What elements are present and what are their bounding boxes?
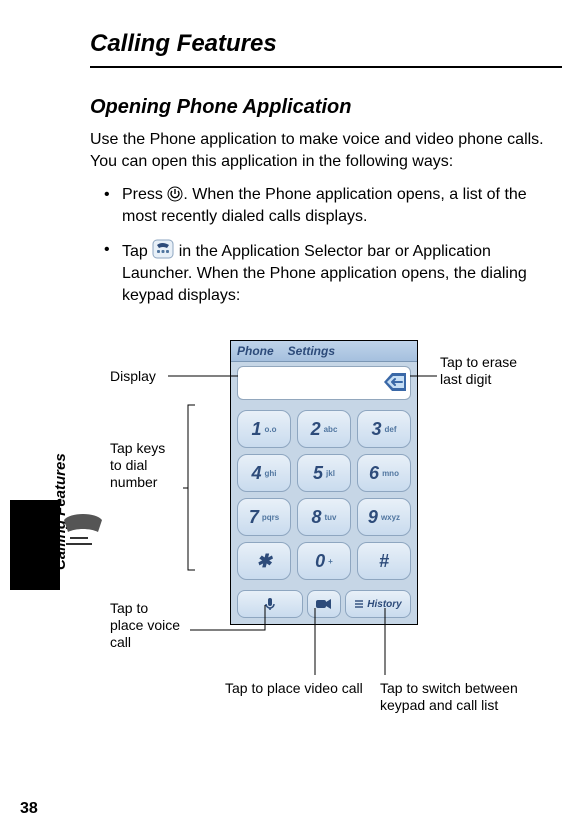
key-2[interactable]: 2abc (297, 410, 351, 448)
power-key-icon (167, 186, 183, 202)
number-display (237, 366, 411, 400)
key-0[interactable]: 0+ (297, 542, 351, 580)
menu-item-phone[interactable]: Phone (237, 344, 274, 358)
figure-dial-keypad: Phone Settings 1o.o 2abc 3def 4ghi 5jkl … (110, 340, 570, 770)
bullet-1-text-a: Press (122, 186, 167, 203)
bottom-bar: History (231, 586, 417, 624)
key-4[interactable]: 4ghi (237, 454, 291, 492)
key-6[interactable]: 6mno (357, 454, 411, 492)
key-3[interactable]: 3def (357, 410, 411, 448)
phone-app-icon (152, 239, 174, 259)
key-8[interactable]: 8tuv (297, 498, 351, 536)
key-7[interactable]: 7pqrs (237, 498, 291, 536)
key-5[interactable]: 5jkl (297, 454, 351, 492)
intro-text: Use the Phone application to make voice … (90, 129, 562, 172)
bullet-1: Press . When the Phone application opens… (108, 184, 562, 227)
key-star[interactable]: ✱ (237, 542, 291, 580)
bullet-2-text-a: Tap (122, 243, 152, 260)
callout-erase: Tap to erase last digit (440, 354, 520, 388)
key-1[interactable]: 1o.o (237, 410, 291, 448)
video-call-button[interactable] (307, 590, 341, 618)
keypad: 1o.o 2abc 3def 4ghi 5jkl 6mno 7pqrs 8tuv… (231, 404, 417, 586)
callout-voice: Tap to place voice call (110, 600, 185, 650)
erase-icon[interactable] (384, 373, 406, 396)
chapter-title: Calling Features (90, 30, 562, 58)
side-black-tab (10, 500, 60, 590)
callout-display: Display (110, 368, 170, 385)
bullet-2-text-b: in the Application Selector bar or Appli… (122, 243, 527, 303)
title-rule (90, 66, 562, 68)
voice-call-button[interactable] (237, 590, 303, 618)
page-number: 38 (20, 800, 38, 818)
bullet-2: Tap in the Application Selector bar or A… (108, 239, 562, 306)
key-hash[interactable]: # (357, 542, 411, 580)
side-phone-icon (60, 510, 106, 583)
section-title: Opening Phone Application (90, 96, 562, 119)
bullet-1-text-b: . When the Phone application opens, a li… (122, 186, 527, 225)
callout-history: Tap to switch between keypad and call li… (380, 680, 550, 714)
callout-keys: Tap keys to dial number (110, 440, 180, 490)
callout-video: Tap to place video call (225, 680, 365, 697)
bullet-list: Press . When the Phone application opens… (90, 184, 562, 306)
phone-screen: Phone Settings 1o.o 2abc 3def 4ghi 5jkl … (230, 340, 418, 625)
history-label: History (367, 599, 401, 610)
menu-bar: Phone Settings (231, 341, 417, 362)
key-9[interactable]: 9wxyz (357, 498, 411, 536)
history-button[interactable]: History (345, 590, 411, 618)
menu-item-settings[interactable]: Settings (288, 344, 335, 358)
